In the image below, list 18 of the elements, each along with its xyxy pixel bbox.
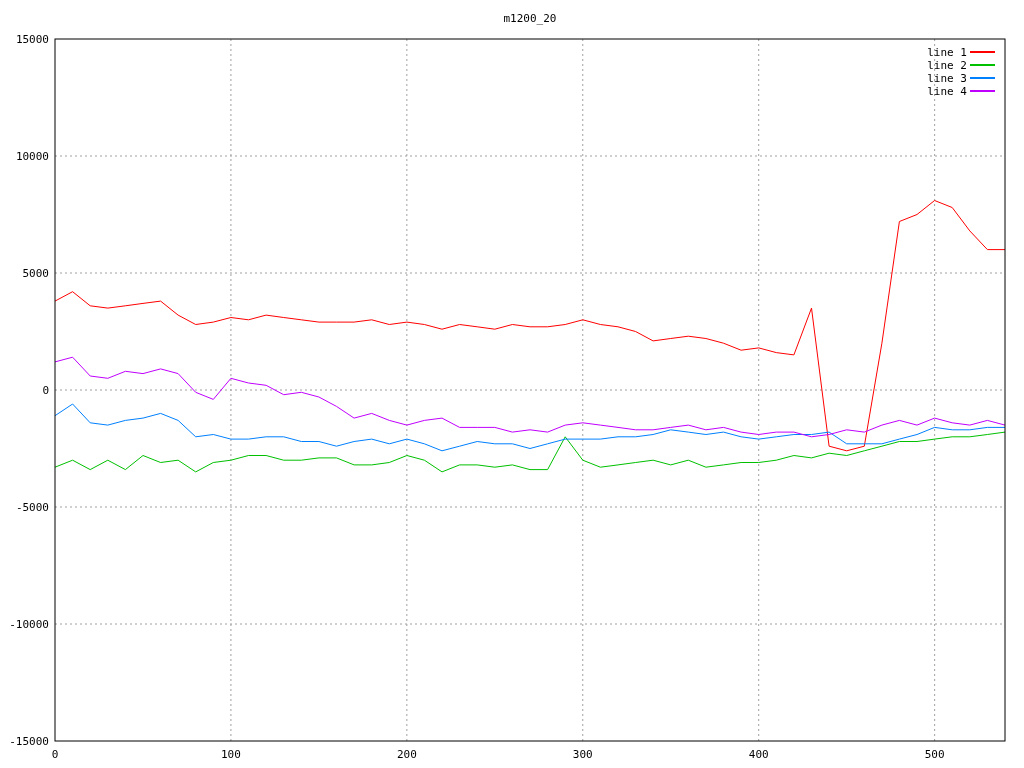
axis-tick-label: -15000 (9, 735, 49, 748)
chart-title: m1200_20 (503, 12, 557, 25)
axis-tick-label: 300 (572, 748, 593, 761)
axis-tick-label: 400 (748, 748, 769, 761)
axis-tick-label: 0 (51, 748, 59, 761)
axis-tick-label: -10000 (9, 618, 49, 631)
axis-tick-label: -5000 (15, 501, 49, 514)
axis-tick-label: 500 (924, 748, 945, 761)
legend-label: line 4 (927, 84, 967, 98)
axis-tick-label: 0 (42, 384, 49, 397)
axis-tick-label: 100 (221, 748, 241, 761)
legend-label: line 1 (927, 45, 967, 59)
legend-label: line 3 (927, 71, 967, 85)
legend-label: line 2 (927, 58, 967, 72)
axis-tick-label: 5000 (22, 267, 49, 280)
axis-tick-label: 10000 (15, 150, 49, 163)
axis-tick-label: 200 (396, 748, 417, 761)
axis-tick-label: 15000 (15, 33, 49, 46)
